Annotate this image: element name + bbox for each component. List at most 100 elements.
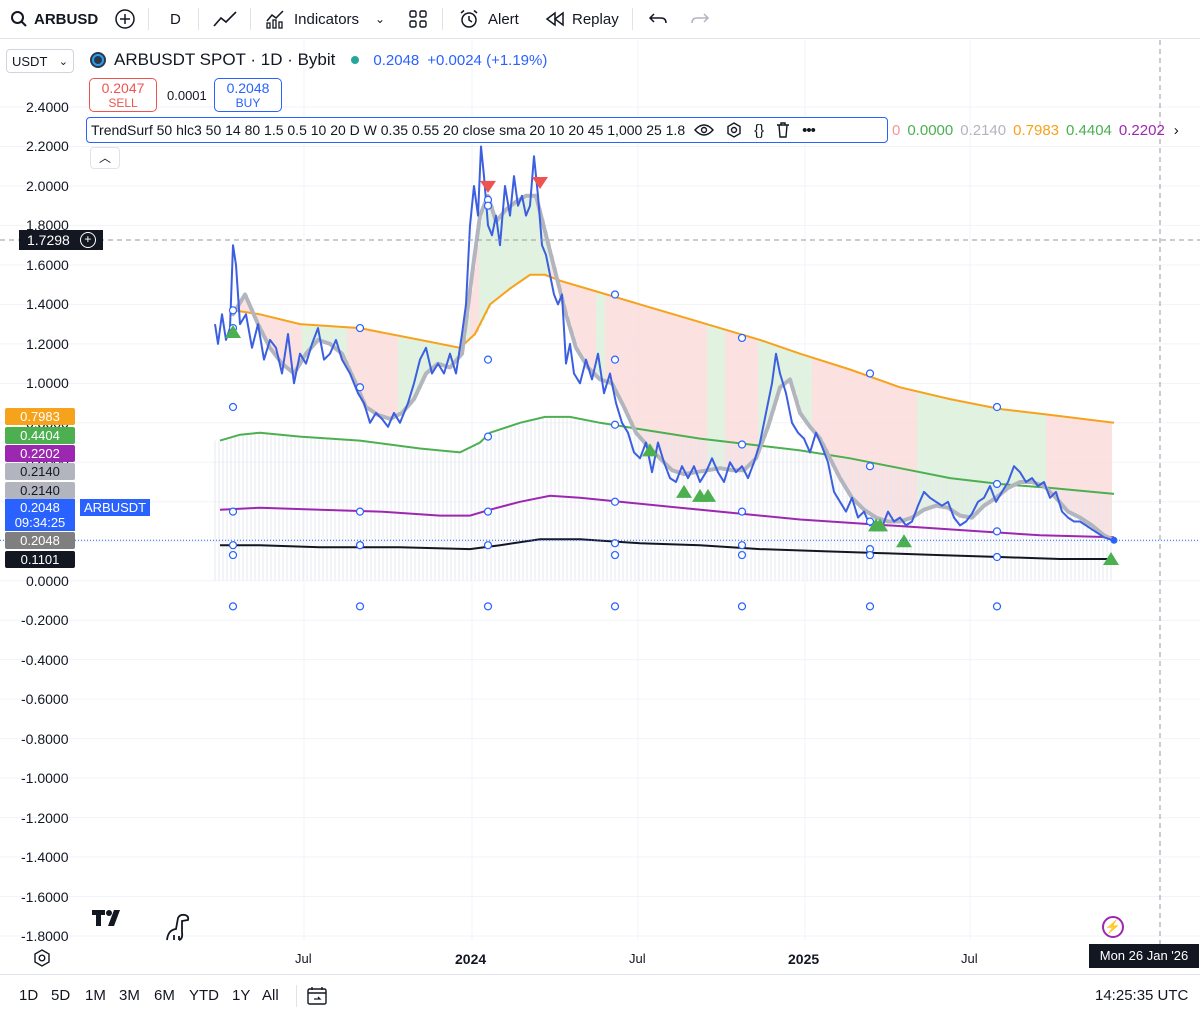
- source-code-icon[interactable]: {}: [754, 122, 764, 139]
- price-tag: 0.2140: [5, 463, 75, 480]
- layouts-button[interactable]: [408, 6, 428, 32]
- spread-value: 0.0001: [167, 88, 207, 103]
- indicators-button[interactable]: Indicators ⌄: [264, 6, 385, 32]
- grid-icon: [409, 10, 427, 28]
- trend-fill-segment: [518, 200, 521, 284]
- trend-fill-segment: [350, 327, 353, 371]
- trend-fill-segment: [752, 337, 755, 463]
- indicator-value: 0.2202: [1118, 122, 1165, 139]
- trend-fill-segment: [443, 344, 446, 366]
- trend-fill-segment: [476, 245, 479, 333]
- trend-fill-segment: [614, 296, 617, 388]
- indicator-value: 0.4404: [1066, 122, 1112, 139]
- time-axis-label: Jul: [629, 951, 646, 966]
- indicator-legend[interactable]: TrendSurf 50 hlc3 50 14 80 1.5 0.5 10 20…: [86, 117, 888, 143]
- pivot-point: [737, 602, 747, 611]
- eye-icon[interactable]: [694, 123, 715, 137]
- trend-fill-segment: [815, 358, 818, 433]
- trend-fill-segment: [392, 334, 395, 418]
- undo-icon: [648, 13, 667, 24]
- indicator-name: TrendSurf 50 hlc3 50 14 80 1.5 0.5 10 20…: [91, 122, 686, 138]
- toolbar-divider: [296, 985, 297, 1007]
- trend-fill-segment: [383, 332, 386, 417]
- pivot-point: [865, 550, 875, 560]
- trash-icon[interactable]: [776, 122, 790, 138]
- alert-button[interactable]: Alert: [458, 6, 519, 32]
- range-button-ytd[interactable]: YTD: [189, 987, 219, 1004]
- pivot-point: [355, 383, 365, 392]
- trend-fill-segment: [827, 362, 830, 453]
- pivot-point: [483, 355, 493, 364]
- settings-gear-icon[interactable]: [33, 949, 51, 972]
- price-axis-label: -0.4000: [21, 651, 69, 668]
- sell-button[interactable]: 0.2047 SELL: [89, 78, 157, 112]
- trend-fill-segment: [803, 354, 806, 418]
- trend-fill-segment: [1058, 415, 1061, 501]
- clock[interactable]: 14:25:35 UTC: [1095, 987, 1188, 1004]
- chart-svg[interactable]: [0, 40, 1200, 974]
- trend-fill-segment: [440, 343, 443, 365]
- add-alert-plus-icon[interactable]: +: [79, 232, 96, 248]
- dinosaur-icon[interactable]: [164, 912, 192, 947]
- collapse-legend-button[interactable]: ︿: [90, 147, 120, 169]
- trend-fill-segment: [569, 283, 572, 325]
- chevron-down-icon[interactable]: ⌄: [375, 12, 385, 26]
- buy-signal-triangle: [676, 484, 692, 498]
- trend-fill-segment: [1028, 412, 1031, 483]
- pivot-point: [737, 333, 747, 343]
- trend-fill-segment: [590, 289, 593, 370]
- lightning-icon[interactable]: ⚡: [1102, 916, 1124, 938]
- chart-pane[interactable]: [0, 40, 1200, 974]
- range-button-6m[interactable]: 6M: [154, 987, 175, 1004]
- trend-fill-segment: [413, 338, 416, 401]
- buy-button[interactable]: 0.2048 BUY: [214, 78, 282, 112]
- alert-label: Alert: [488, 10, 519, 28]
- chevron-right-icon[interactable]: ›: [1174, 122, 1179, 139]
- buy-label: BUY: [235, 96, 261, 110]
- calendar-range-icon[interactable]: [306, 985, 328, 1012]
- crosshair-date-tag: Mon 26 Jan '26: [1089, 944, 1199, 968]
- symbol-search[interactable]: ARBUSD: [10, 6, 98, 32]
- pivot-point: [483, 602, 493, 611]
- currency-select[interactable]: USDT ⌄: [6, 49, 74, 73]
- search-icon: [11, 11, 27, 27]
- settings-icon[interactable]: [726, 122, 742, 138]
- indicator-value: 0.0000: [907, 122, 954, 139]
- replay-button[interactable]: Replay: [544, 6, 619, 32]
- trend-fill-segment: [278, 318, 281, 359]
- interval-button[interactable]: D: [170, 6, 181, 32]
- tradingview-logo[interactable]: [92, 908, 126, 933]
- time-axis-label: 2024: [455, 951, 487, 967]
- range-button-1m[interactable]: 1M: [85, 987, 106, 1004]
- range-button-5d[interactable]: 5D: [51, 987, 70, 1004]
- last-price-dot: [1110, 536, 1118, 544]
- price-axis-label: -0.8000: [21, 730, 69, 747]
- trend-fill-segment: [1049, 414, 1052, 491]
- compare-button[interactable]: [114, 6, 136, 32]
- chart-type-button[interactable]: [212, 6, 238, 32]
- indicators-icon: [266, 10, 284, 29]
- range-button-all[interactable]: All: [262, 987, 279, 1004]
- pivot-point: [228, 550, 238, 560]
- price-axis-label: -1.8000: [21, 928, 69, 944]
- last-price-value: 0.2048: [20, 500, 60, 515]
- price-axis-label: 1.6000: [26, 256, 69, 273]
- range-button-1y[interactable]: 1Y: [232, 987, 250, 1004]
- range-button-3m[interactable]: 3M: [119, 987, 140, 1004]
- trend-fill-segment: [1043, 414, 1046, 486]
- range-button-1d[interactable]: 1D: [19, 987, 38, 1004]
- undo-button[interactable]: [648, 6, 668, 32]
- trend-fill-segment: [626, 300, 629, 412]
- pivot-point: [865, 602, 875, 611]
- redo-button[interactable]: [690, 6, 710, 32]
- trend-fill-segment: [836, 365, 839, 471]
- trend-fill-segment: [515, 202, 518, 286]
- trend-fill-segment: [326, 325, 329, 343]
- time-axis-label: Jul: [295, 951, 312, 966]
- trend-fill-segment: [380, 332, 383, 416]
- price-axis-label: 2.4000: [26, 99, 69, 115]
- more-icon[interactable]: •••: [802, 122, 816, 139]
- pivot-point: [865, 462, 875, 471]
- trend-fill-segment: [578, 286, 581, 352]
- crosshair-price: 1.7298: [27, 232, 70, 248]
